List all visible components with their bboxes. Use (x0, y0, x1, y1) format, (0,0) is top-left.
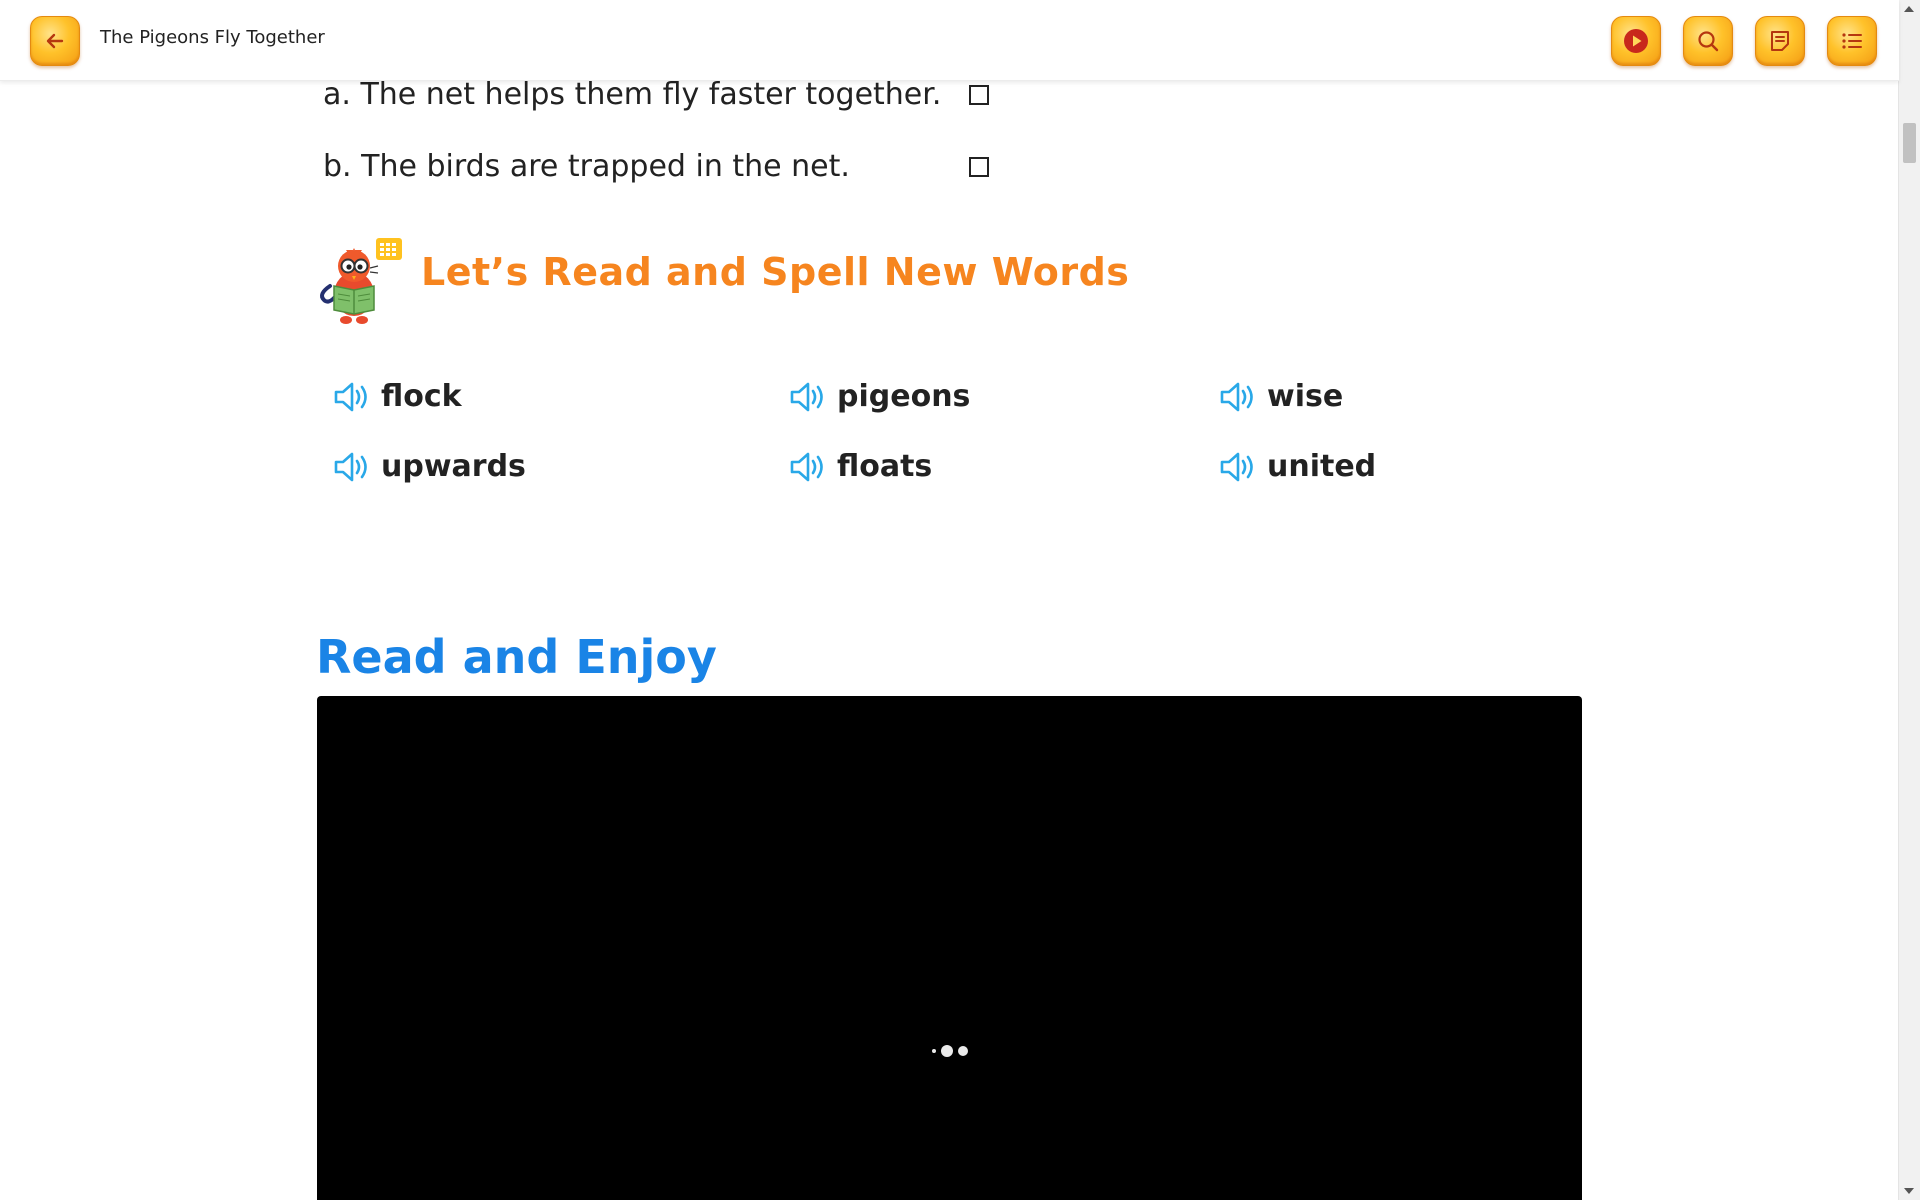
page-title: The Pigeons Fly Together (100, 27, 325, 48)
scrollbar[interactable] (1898, 0, 1920, 1200)
top-bar: The Pigeons Fly Together (0, 0, 1899, 81)
quiz-checkbox-a[interactable] (969, 85, 989, 105)
word-wise[interactable]: wise (1219, 379, 1343, 414)
word-united[interactable]: united (1219, 449, 1376, 484)
video-player[interactable] (317, 696, 1582, 1200)
word-label: wise (1267, 379, 1344, 414)
word-label: floats (837, 449, 933, 484)
quiz-option-a: a. The net helps them fly faster togethe… (323, 77, 942, 112)
word-label: pigeons (837, 379, 971, 414)
scrollbar-thumb[interactable] (1903, 123, 1916, 163)
word-floats[interactable]: floats (789, 449, 932, 484)
play-button[interactable] (1611, 16, 1661, 66)
speaker-icon[interactable] (789, 381, 829, 413)
quiz-checkbox-b[interactable] (969, 157, 989, 177)
scroll-up-icon[interactable] (1904, 6, 1914, 12)
read-and-enjoy-heading: Read and Enjoy (316, 630, 717, 684)
loading-spinner-icon (932, 1045, 968, 1057)
quiz-option-b: b. The birds are trapped in the net. (323, 149, 850, 184)
vocab-section-title: Let’s Read and Spell New Words (421, 250, 1130, 294)
word-label: upwards (381, 449, 526, 484)
speaker-icon[interactable] (1219, 381, 1259, 413)
word-pigeons[interactable]: pigeons (789, 379, 970, 414)
search-icon (1698, 31, 1719, 52)
notes-button[interactable] (1755, 16, 1805, 66)
speaker-icon[interactable] (1219, 451, 1259, 483)
back-arrow-icon (46, 33, 64, 49)
word-label: united (1267, 449, 1377, 484)
scroll-down-icon[interactable] (1904, 1188, 1914, 1194)
speaker-icon[interactable] (789, 451, 829, 483)
speaker-icon[interactable] (333, 451, 373, 483)
contents-button[interactable] (1827, 16, 1877, 66)
back-button[interactable] (30, 16, 80, 66)
word-label: flock (381, 379, 462, 414)
reading-owl-mascot-icon (320, 238, 402, 324)
list-icon (1842, 33, 1862, 49)
word-upwards[interactable]: upwards (333, 449, 526, 484)
speaker-icon[interactable] (333, 381, 373, 413)
play-icon (1624, 29, 1648, 53)
notes-icon (1771, 31, 1789, 51)
word-flock[interactable]: flock (333, 379, 462, 414)
search-button[interactable] (1683, 16, 1733, 66)
